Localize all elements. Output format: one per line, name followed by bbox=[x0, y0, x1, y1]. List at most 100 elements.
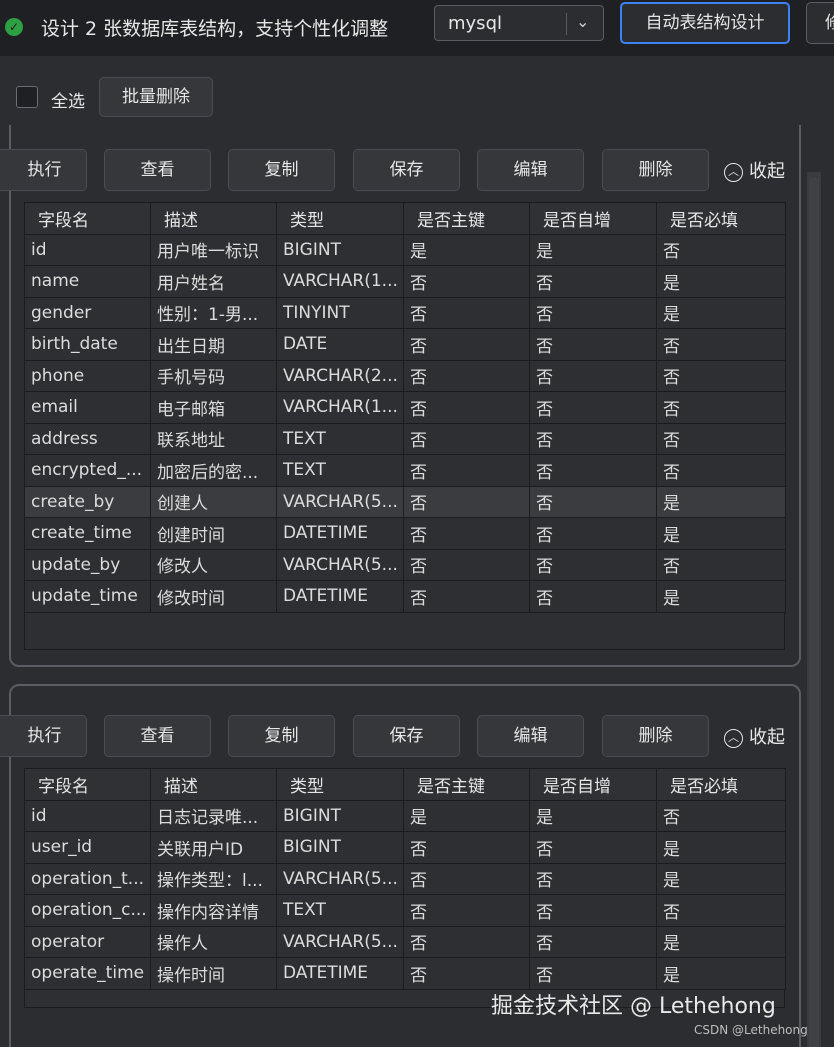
cell[interactable]: update_time bbox=[24, 580, 151, 613]
table-row[interactable]: update_by 修改人 VARCHAR(5... 否否否 bbox=[24, 548, 786, 581]
copy-button[interactable]: 复制 bbox=[228, 715, 335, 757]
batch-delete-button[interactable]: 批量删除 bbox=[99, 77, 213, 117]
cell[interactable]: encrypted_... bbox=[24, 454, 151, 487]
auto-design-button[interactable]: 自动表结构设计 bbox=[620, 2, 790, 44]
cell[interactable]: 性别：1-男... bbox=[150, 296, 277, 329]
collapse-toggle[interactable]: ︿ 收起 bbox=[724, 723, 785, 749]
cell[interactable]: update_by bbox=[24, 548, 151, 581]
cell[interactable]: 操作内容详情 bbox=[150, 894, 277, 927]
column-header-field[interactable]: 字段名 bbox=[24, 768, 151, 801]
cell[interactable]: 否 bbox=[656, 359, 786, 392]
cell[interactable]: 否 bbox=[529, 328, 657, 361]
cell[interactable]: 用户姓名 bbox=[150, 265, 277, 298]
cell[interactable]: VARCHAR(2... bbox=[276, 359, 404, 392]
cell[interactable]: address bbox=[24, 422, 151, 455]
column-header-primary-key[interactable]: 是否主键 bbox=[403, 768, 530, 801]
cell[interactable]: 用户唯一标识 bbox=[150, 233, 277, 266]
cell[interactable]: phone bbox=[24, 359, 151, 392]
cell[interactable]: 否 bbox=[403, 422, 530, 455]
cell[interactable]: operation_c... bbox=[24, 894, 151, 927]
cell[interactable]: 操作类型：l... bbox=[150, 862, 277, 895]
cell[interactable]: 否 bbox=[403, 925, 530, 958]
collapse-toggle[interactable]: ︿ 收起 bbox=[724, 157, 785, 183]
cell[interactable]: id bbox=[24, 799, 151, 832]
cell[interactable]: 否 bbox=[403, 957, 530, 990]
delete-button[interactable]: 删除 bbox=[602, 715, 709, 757]
table-row[interactable]: email 电子邮箱 VARCHAR(1... 否否否 bbox=[24, 391, 786, 424]
cell[interactable]: 否 bbox=[529, 359, 657, 392]
column-header-required[interactable]: 是否必填 bbox=[656, 768, 786, 801]
cell[interactable]: name bbox=[24, 265, 151, 298]
cell[interactable]: 否 bbox=[656, 799, 786, 832]
cut-off-button[interactable]: 修 bbox=[806, 2, 834, 44]
delete-button[interactable]: 删除 bbox=[602, 149, 709, 191]
cell[interactable]: 否 bbox=[529, 580, 657, 613]
column-header-required[interactable]: 是否必填 bbox=[656, 202, 786, 235]
cell[interactable]: TINYINT bbox=[276, 296, 404, 329]
table-row[interactable]: operation_c... 操作内容详情 TEXT 否否否 bbox=[24, 894, 786, 927]
column-header-desc[interactable]: 描述 bbox=[150, 202, 277, 235]
cell[interactable]: 否 bbox=[656, 894, 786, 927]
cell[interactable]: 否 bbox=[403, 454, 530, 487]
cell[interactable]: DATETIME bbox=[276, 517, 404, 550]
cell[interactable]: 操作时间 bbox=[150, 957, 277, 990]
cell[interactable]: 电子邮箱 bbox=[150, 391, 277, 424]
cell[interactable]: operate_time bbox=[24, 957, 151, 990]
cell[interactable]: BIGINT bbox=[276, 233, 404, 266]
table-row[interactable]: operate_time 操作时间 DATETIME 否否是 bbox=[24, 957, 786, 990]
cell[interactable]: 否 bbox=[529, 454, 657, 487]
table-row[interactable]: operation_t... 操作类型：l... VARCHAR(5... 否否是 bbox=[24, 862, 786, 895]
cell[interactable]: DATE bbox=[276, 328, 404, 361]
column-header-type[interactable]: 类型 bbox=[276, 202, 404, 235]
cell[interactable]: VARCHAR(1... bbox=[276, 391, 404, 424]
cell[interactable]: 是 bbox=[656, 485, 786, 518]
cell[interactable]: VARCHAR(5... bbox=[276, 925, 404, 958]
cell[interactable]: 创建人 bbox=[150, 485, 277, 518]
table-row[interactable]: birth_date 出生日期 DATE 否否否 bbox=[24, 328, 786, 361]
cell[interactable]: 否 bbox=[403, 862, 530, 895]
cell[interactable]: create_time bbox=[24, 517, 151, 550]
cell[interactable]: 加密后的密... bbox=[150, 454, 277, 487]
cell[interactable]: 否 bbox=[529, 862, 657, 895]
database-select[interactable]: mysql ⌄ bbox=[434, 5, 604, 41]
table-row[interactable]: address 联系地址 TEXT 否否否 bbox=[24, 422, 786, 455]
cell[interactable]: 否 bbox=[403, 894, 530, 927]
cell[interactable]: 修改时间 bbox=[150, 580, 277, 613]
scrollbar-thumb[interactable] bbox=[809, 178, 819, 1047]
cell[interactable]: operation_t... bbox=[24, 862, 151, 895]
cell[interactable]: 否 bbox=[529, 485, 657, 518]
cell[interactable]: 否 bbox=[403, 265, 530, 298]
cell[interactable]: 否 bbox=[529, 548, 657, 581]
cell[interactable]: VARCHAR(5... bbox=[276, 862, 404, 895]
cell[interactable]: BIGINT bbox=[276, 799, 404, 832]
cell[interactable]: 否 bbox=[529, 265, 657, 298]
table-row-hovered[interactable]: create_by 创建人 VARCHAR(5... 否否是 bbox=[24, 485, 786, 518]
copy-button[interactable]: 复制 bbox=[228, 149, 335, 191]
cell[interactable]: 日志记录唯... bbox=[150, 799, 277, 832]
cell[interactable]: operator bbox=[24, 925, 151, 958]
cell[interactable]: 否 bbox=[656, 391, 786, 424]
save-button[interactable]: 保存 bbox=[353, 149, 460, 191]
chevron-down-icon[interactable]: ⌄ bbox=[576, 12, 589, 31]
column-header-type[interactable]: 类型 bbox=[276, 768, 404, 801]
cell[interactable]: 是 bbox=[656, 296, 786, 329]
cell[interactable]: 否 bbox=[529, 957, 657, 990]
view-button[interactable]: 查看 bbox=[104, 149, 211, 191]
cell[interactable]: 出生日期 bbox=[150, 328, 277, 361]
cell[interactable]: 是 bbox=[529, 233, 657, 266]
cell[interactable]: 否 bbox=[529, 925, 657, 958]
table-row[interactable]: update_time 修改时间 DATETIME 否否是 bbox=[24, 580, 786, 613]
cell[interactable]: 否 bbox=[656, 233, 786, 266]
cell[interactable]: 否 bbox=[403, 517, 530, 550]
table-row[interactable]: user_id 关联用户ID BIGINT 否否是 bbox=[24, 831, 786, 864]
cell[interactable]: 否 bbox=[656, 454, 786, 487]
cell[interactable]: 是 bbox=[656, 862, 786, 895]
cell[interactable]: 是 bbox=[656, 925, 786, 958]
cell[interactable]: 否 bbox=[403, 359, 530, 392]
view-button[interactable]: 查看 bbox=[104, 715, 211, 757]
cell[interactable]: 创建时间 bbox=[150, 517, 277, 550]
table-row[interactable]: id 日志记录唯... BIGINT 是是否 bbox=[24, 799, 786, 832]
table-row[interactable]: gender 性别：1-男... TINYINT 否否是 bbox=[24, 296, 786, 329]
cell[interactable]: 否 bbox=[529, 391, 657, 424]
cell[interactable]: 否 bbox=[529, 517, 657, 550]
